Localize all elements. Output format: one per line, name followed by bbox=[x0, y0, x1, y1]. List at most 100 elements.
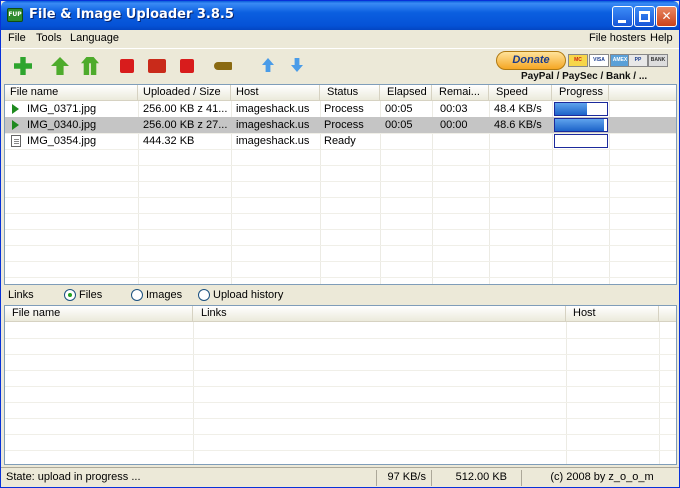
cell-remaining: 00:00 bbox=[440, 119, 468, 131]
menu-file[interactable]: File bbox=[8, 32, 26, 44]
cell-host: imageshack.us bbox=[236, 103, 310, 115]
grid-line bbox=[5, 434, 676, 435]
cell-host: imageshack.us bbox=[236, 135, 310, 147]
links-col-host[interactable]: Host bbox=[566, 306, 659, 322]
links-list[interactable]: File name Links Host bbox=[4, 305, 677, 465]
cell-file-name: IMG_0354.jpg bbox=[27, 135, 97, 147]
grid-line bbox=[566, 322, 567, 464]
close-button[interactable]: ✕ bbox=[656, 6, 677, 27]
upload-icon[interactable] bbox=[51, 57, 69, 75]
mastercard-icon: MC bbox=[568, 54, 588, 67]
grid-line bbox=[5, 165, 676, 166]
close-icon: ✕ bbox=[661, 9, 672, 23]
radio-files-label[interactable]: Files bbox=[79, 289, 102, 301]
amex-icon: AMEX bbox=[610, 54, 630, 67]
menu-tools[interactable]: Tools bbox=[36, 32, 62, 44]
cell-elapsed bbox=[380, 133, 432, 149]
stop-all-icon[interactable] bbox=[180, 59, 194, 73]
minimize-button[interactable] bbox=[612, 6, 633, 27]
upload-list-header: File name Uploaded / Size Host Status El… bbox=[5, 85, 676, 101]
grid-line bbox=[5, 149, 676, 150]
radio-upload-history-label[interactable]: Upload history bbox=[213, 289, 283, 301]
col-host[interactable]: Host bbox=[231, 85, 320, 101]
col-elapsed[interactable]: Elapsed bbox=[380, 85, 432, 101]
col-file-name[interactable]: File name bbox=[5, 85, 138, 101]
status-bar: State: upload in progress ... 97 KB/s 51… bbox=[1, 467, 679, 487]
paysec-icon: PP bbox=[628, 54, 648, 67]
visa-icon: VISA bbox=[589, 54, 609, 67]
col-uploaded-size[interactable]: Uploaded / Size bbox=[138, 85, 231, 101]
maximize-icon bbox=[639, 11, 650, 22]
upload-all-icon[interactable] bbox=[81, 57, 99, 75]
radio-files[interactable] bbox=[64, 289, 76, 301]
cell-status: Process bbox=[324, 119, 364, 131]
menu-help[interactable]: Help bbox=[650, 32, 673, 44]
progress-bar bbox=[554, 134, 608, 148]
window-title: File & Image Uploader 3.8.5 bbox=[29, 7, 234, 22]
grid-line bbox=[5, 245, 676, 246]
status-copyright: (c) 2008 by z_o_o_m bbox=[521, 470, 677, 486]
grid-line bbox=[5, 354, 676, 355]
cell-size: 256.00 KB z 27... bbox=[143, 119, 228, 131]
table-row[interactable]: IMG_0340.jpg 256.00 KB z 27... imageshack.… bbox=[5, 117, 676, 133]
grid-line bbox=[5, 450, 676, 451]
grid-line bbox=[659, 322, 660, 464]
grid-line bbox=[5, 418, 676, 419]
col-remaining[interactable]: Remai... bbox=[432, 85, 489, 101]
col-status[interactable]: Status bbox=[320, 85, 380, 101]
links-list-header: File name Links Host bbox=[5, 306, 676, 322]
progress-fill bbox=[555, 103, 588, 115]
title-bar[interactable]: FUP File & Image Uploader 3.8.5 ✕ bbox=[1, 1, 679, 30]
bank-icon: BANK bbox=[648, 54, 668, 67]
cell-remaining: 00:03 bbox=[440, 103, 468, 115]
app-window: FUP File & Image Uploader 3.8.5 ✕ File T… bbox=[0, 0, 680, 488]
add-icon[interactable] bbox=[14, 57, 32, 75]
grid-line bbox=[5, 261, 676, 262]
skip-icon[interactable] bbox=[148, 59, 166, 73]
grid-line bbox=[5, 370, 676, 371]
grid-line bbox=[5, 277, 676, 278]
status-state: State: upload in progress ... bbox=[6, 471, 141, 483]
cell-elapsed: 00:05 bbox=[385, 103, 413, 115]
col-progress[interactable]: Progress bbox=[552, 85, 609, 101]
move-down-icon[interactable] bbox=[291, 58, 303, 72]
progress-bar bbox=[554, 118, 608, 132]
toolbar: Donate MC VISA AMEX PP BANK PayPal / Pay… bbox=[1, 48, 679, 84]
cell-size: 444.32 KB bbox=[143, 135, 195, 147]
key-icon[interactable] bbox=[214, 62, 232, 70]
col-filler bbox=[609, 85, 676, 101]
table-row[interactable]: IMG_0354.jpg 444.32 KB imageshack.us Ready bbox=[5, 133, 676, 149]
radio-images-label[interactable]: Images bbox=[146, 289, 182, 301]
maximize-button[interactable] bbox=[634, 6, 655, 27]
radio-images[interactable] bbox=[131, 289, 143, 301]
cell-status: Process bbox=[324, 103, 364, 115]
cell-elapsed: 00:05 bbox=[385, 119, 413, 131]
table-row[interactable]: IMG_0371.jpg 256.00 KB z 41... imageshack.… bbox=[5, 101, 676, 117]
play-icon bbox=[12, 120, 19, 130]
links-bar: Links Files Images Upload history bbox=[1, 285, 679, 305]
donate-button[interactable]: Donate bbox=[496, 51, 566, 70]
payment-methods-text: PayPal / PaySec / Bank / ... bbox=[521, 71, 648, 82]
grid-line bbox=[5, 181, 676, 182]
grid-line bbox=[5, 338, 676, 339]
minimize-icon bbox=[618, 20, 626, 23]
move-up-icon[interactable] bbox=[262, 58, 274, 72]
menu-file-hosters[interactable]: File hosters bbox=[589, 32, 646, 44]
cell-status: Ready bbox=[324, 135, 356, 147]
cell-size: 256.00 KB z 41... bbox=[143, 103, 228, 115]
grid-line bbox=[5, 229, 676, 230]
col-speed[interactable]: Speed bbox=[489, 85, 552, 101]
cell-speed: 48.4 KB/s bbox=[494, 103, 542, 115]
links-col-file-name[interactable]: File name bbox=[5, 306, 193, 322]
grid-line bbox=[5, 386, 676, 387]
play-icon bbox=[12, 104, 19, 114]
upload-list[interactable]: File name Uploaded / Size Host Status El… bbox=[4, 84, 677, 285]
cell-file-name: IMG_0340.jpg bbox=[27, 119, 97, 131]
stop-icon[interactable] bbox=[120, 59, 134, 73]
radio-upload-history[interactable] bbox=[198, 289, 210, 301]
links-col-links[interactable]: Links bbox=[193, 306, 566, 322]
menu-language[interactable]: Language bbox=[70, 32, 119, 44]
app-icon[interactable]: FUP bbox=[7, 8, 23, 22]
cell-host: imageshack.us bbox=[236, 119, 310, 131]
cell-speed: 48.6 KB/s bbox=[494, 119, 542, 131]
